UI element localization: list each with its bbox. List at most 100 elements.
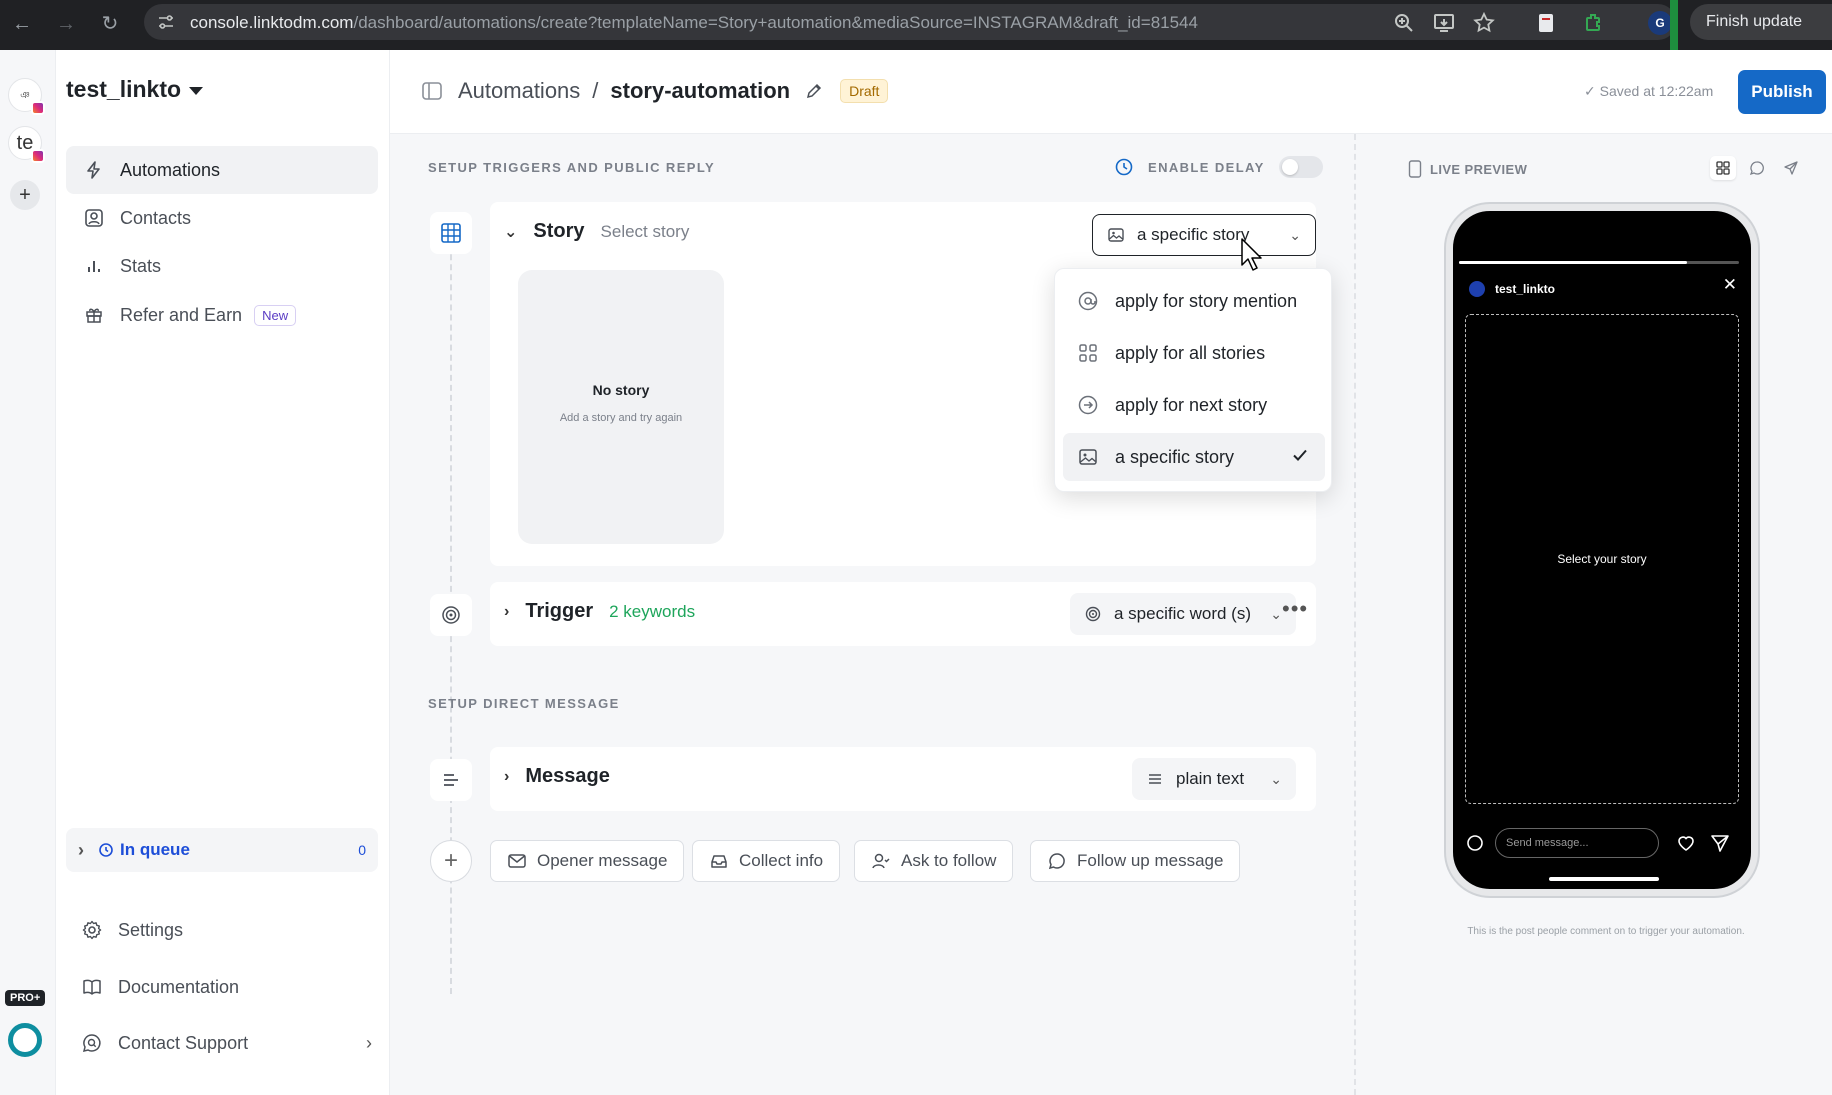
close-icon: ✕ <box>1722 275 1737 294</box>
edit-pencil-icon[interactable] <box>804 81 824 101</box>
story-scope-value: a specific story <box>1137 225 1250 244</box>
camera-bubble-icon <box>1467 835 1483 851</box>
message-card-header[interactable]: › Message <box>504 765 610 788</box>
opener-message-chip[interactable]: Opener message <box>490 840 685 882</box>
follow-up-message-chip[interactable]: Follow up message <box>1030 840 1241 882</box>
tab-comment-preview[interactable] <box>1744 156 1770 180</box>
trigger-card: › Trigger 2 keywords a specific word (s)… <box>490 582 1316 646</box>
no-story-hint: Add a story and try again <box>559 412 683 424</box>
story-progress-bar <box>1459 261 1739 264</box>
message-format-value: plain text <box>1176 769 1245 788</box>
story-frame: Select your story <box>1465 314 1739 804</box>
sidebar-item-refer[interactable]: Refer and Earn New <box>66 291 378 339</box>
pro-badge: PRO+ <box>5 990 46 1006</box>
sidebar-item-contacts[interactable]: Contacts <box>66 194 378 242</box>
tab-dm-preview[interactable] <box>1778 156 1804 180</box>
option-all-stories[interactable]: apply for all stories <box>1063 329 1325 377</box>
instagram-icon <box>31 149 45 163</box>
saved-status: ✓ Saved at 12:22am <box>1584 83 1713 100</box>
star-icon[interactable] <box>1472 11 1496 35</box>
back-icon[interactable]: ← <box>10 12 34 36</box>
trigger-type-value: a specific word (s) <box>1114 604 1251 623</box>
clock-icon <box>99 843 113 857</box>
account-avatar[interactable]: ঞ <box>8 78 45 115</box>
chevron-down-icon: ⌄ <box>1270 605 1282 622</box>
comment-icon <box>1749 161 1764 176</box>
sidebar: test_linkto Automations Contacts Stats R… <box>56 50 390 1095</box>
image-icon <box>1107 226 1125 244</box>
publish-button[interactable]: Publish <box>1738 70 1826 114</box>
story-scope-select[interactable]: a specific story ⌄ <box>1092 214 1316 256</box>
chevron-right-icon: › <box>504 602 510 620</box>
breadcrumb-automations-link[interactable]: Automations <box>458 78 580 104</box>
add-step-button[interactable]: + <box>430 840 472 882</box>
chat-bubble-icon <box>1047 851 1067 871</box>
contact-support-link[interactable]: Contact Support › <box>80 1023 380 1063</box>
add-account-button[interactable]: + <box>10 180 40 210</box>
story-placeholder: No story Add a story and try again <box>518 270 724 544</box>
chevron-down-icon: ⌄ <box>1270 770 1282 787</box>
arrow-circle-icon <box>1077 394 1099 416</box>
new-badge: New <box>254 304 297 326</box>
documentation-link[interactable]: Documentation <box>80 967 380 1007</box>
sidebar-item-label: Stats <box>120 255 162 276</box>
in-queue-count: 0 <box>358 842 366 858</box>
site-settings-icon[interactable] <box>156 12 176 32</box>
extension-doc-icon[interactable] <box>1534 11 1558 35</box>
tab-story-preview[interactable] <box>1710 156 1736 180</box>
story-scope-dropdown: apply for story mention apply for all st… <box>1054 268 1332 492</box>
reload-icon[interactable]: ↻ <box>98 12 122 36</box>
app-logo-icon[interactable] <box>8 1023 42 1057</box>
mail-icon <box>507 851 527 871</box>
sidebar-item-label: Automations <box>120 159 221 180</box>
url-text: console.linktodm.com/dashboard/automatio… <box>190 13 1198 32</box>
option-label: apply for story mention <box>1115 290 1298 311</box>
chevron-right-icon: › <box>504 767 510 785</box>
clock-icon <box>1115 158 1133 176</box>
trigger-type-select[interactable]: a specific word (s) ⌄ <box>1070 593 1296 635</box>
trigger-card-header[interactable]: › Trigger 2 keywords <box>504 600 695 623</box>
live-preview-title: LIVE PREVIEW <box>1408 160 1527 178</box>
chip-label: Opener message <box>537 851 668 870</box>
documentation-label: Documentation <box>118 976 240 997</box>
sidebar-toggle-icon[interactable] <box>420 79 444 103</box>
ask-to-follow-chip[interactable]: Ask to follow <box>854 840 1014 882</box>
option-story-mention[interactable]: apply for story mention <box>1063 277 1325 325</box>
workspace-switcher[interactable]: test_linkto <box>66 76 204 103</box>
message-format-select[interactable]: plain text ⌄ <box>1132 758 1296 800</box>
option-label: apply for all stories <box>1115 342 1266 363</box>
select-story-text: Select your story <box>1557 552 1647 566</box>
profile-avatar[interactable]: G <box>1648 11 1672 35</box>
story-reply-bar: Send message... <box>1465 827 1743 859</box>
sidebar-item-stats[interactable]: Stats <box>66 242 378 290</box>
in-queue-toggle[interactable]: › In queue 0 <box>66 828 378 872</box>
account-rail: ঞ te + PRO+ <box>0 50 56 1095</box>
collect-info-chip[interactable]: Collect info <box>692 840 841 882</box>
zoom-icon[interactable] <box>1392 11 1416 35</box>
chevron-right-icon: › <box>366 1032 372 1053</box>
grid-icon <box>1077 342 1099 364</box>
book-icon <box>80 975 104 999</box>
extensions-icon[interactable] <box>1582 11 1606 35</box>
send-icon <box>1784 161 1798 175</box>
chip-label: Follow up message <box>1077 851 1224 870</box>
automation-name: story-automation <box>610 78 791 103</box>
caret-down-icon <box>189 86 204 95</box>
check-icon <box>1291 446 1309 469</box>
settings-link[interactable]: Settings <box>80 910 380 950</box>
account-avatar[interactable]: te <box>8 126 45 163</box>
more-options-icon[interactable]: ••• <box>1282 596 1308 622</box>
sidebar-item-automations[interactable]: Automations <box>66 146 378 194</box>
support-icon <box>80 1031 104 1055</box>
send-message-input: Send message... <box>1495 828 1659 858</box>
finish-update-button[interactable]: Finish update <box>1690 4 1832 40</box>
user-follow-icon <box>871 851 891 871</box>
forward-icon[interactable]: → <box>54 12 78 36</box>
option-next-story[interactable]: apply for next story <box>1063 381 1325 429</box>
heart-icon <box>1678 836 1694 851</box>
story-card-header[interactable]: ⌄ Story Select story <box>504 220 689 243</box>
option-specific-story[interactable]: a specific story <box>1063 433 1325 481</box>
install-icon[interactable] <box>1432 11 1456 35</box>
enable-delay-toggle[interactable] <box>1278 156 1323 178</box>
preview-caption: This is the post people comment on to tr… <box>1467 926 1745 937</box>
